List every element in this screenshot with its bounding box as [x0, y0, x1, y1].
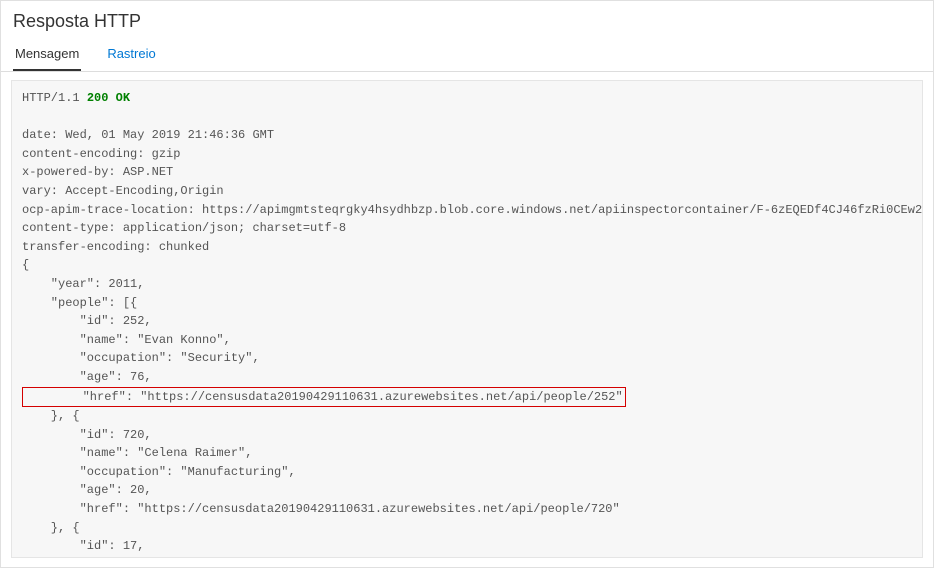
- json-people-open: "people": [{: [22, 296, 137, 310]
- header-content-encoding: content-encoding: gzip: [22, 147, 180, 161]
- header-x-powered-by: x-powered-by: ASP.NET: [22, 165, 173, 179]
- json-p1-occupation: "occupation": "Security",: [22, 351, 260, 365]
- status-line: HTTP/1.1 200 OK: [22, 91, 130, 105]
- json-sep1: }, {: [22, 409, 80, 423]
- json-p2-occupation: "occupation": "Manufacturing",: [22, 465, 296, 479]
- json-p2-name: "name": "Celena Raimer",: [22, 446, 252, 460]
- json-sep2: }, {: [22, 521, 80, 535]
- header-vary: vary: Accept-Encoding,Origin: [22, 184, 224, 198]
- json-p1-name: "name": "Evan Konno",: [22, 333, 231, 347]
- http-proto: HTTP/1.1: [22, 91, 87, 105]
- json-p3-id: "id": 17,: [22, 539, 144, 553]
- header-transfer-encoding: transfer-encoding: chunked: [22, 240, 209, 254]
- status-code: 200 OK: [87, 91, 130, 105]
- json-open: {: [22, 258, 29, 272]
- json-p2-age: "age": 20,: [22, 483, 152, 497]
- json-p2-id: "id": 720,: [22, 428, 152, 442]
- json-p1-id: "id": 252,: [22, 314, 152, 328]
- response-body: HTTP/1.1 200 OK date: Wed, 01 May 2019 2…: [11, 80, 923, 558]
- header-content-type: content-type: application/json; charset=…: [22, 221, 346, 235]
- json-p1-age: "age": 76,: [22, 370, 152, 384]
- tab-trace[interactable]: Rastreio: [105, 38, 157, 71]
- json-year: "year": 2011,: [22, 277, 144, 291]
- header-date: date: Wed, 01 May 2019 21:46:36 GMT: [22, 128, 274, 142]
- header-trace-location: ocp-apim-trace-location: https://apimgmt…: [22, 203, 923, 217]
- tabs: Mensagem Rastreio: [1, 38, 933, 72]
- highlighted-href: "href": "https://censusdata2019042911063…: [22, 387, 626, 408]
- panel-title: Resposta HTTP: [1, 1, 933, 38]
- tab-message[interactable]: Mensagem: [13, 38, 81, 71]
- json-p2-href: "href": "https://censusdata2019042911063…: [22, 502, 620, 516]
